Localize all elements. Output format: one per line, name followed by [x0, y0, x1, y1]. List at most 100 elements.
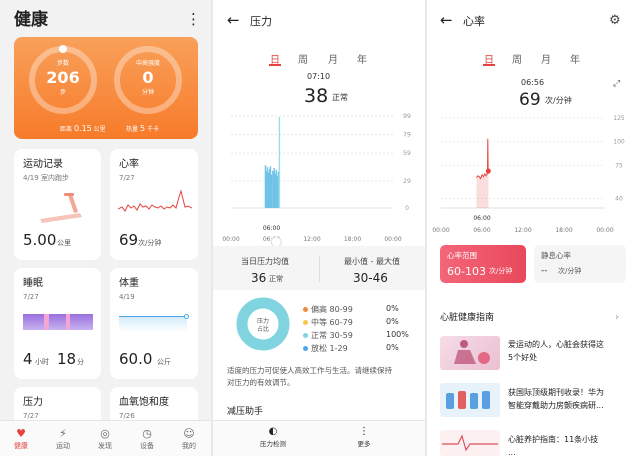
nav-label: 发现 [98, 442, 112, 450]
heart-time: 06:56 [521, 78, 545, 87]
stress-card-title: 压力 [23, 397, 43, 408]
legend-label: 偏高 80-99 [311, 305, 353, 314]
weight-trend-area [119, 316, 187, 332]
weight-date: 4/19 [119, 293, 135, 301]
section-title: 减压助手 [227, 407, 264, 417]
tab-week[interactable]: 周 [298, 51, 308, 66]
oxygen-card-date: 7/26 [119, 412, 135, 420]
nav-label: 设备 [140, 442, 154, 450]
stress-description-line1: 适度的压力可促使人高效工作与生活。请继续保持 [227, 366, 392, 375]
more-label: 更多 [357, 440, 371, 448]
heart-rate-point [485, 168, 491, 174]
health-panel: 健康 ⋮ 步数 206 步 中高强度 0 分钟 距离 0.15 公里 热量 5 … [0, 0, 211, 456]
stress-chart: 99795929006:0000:0006:0012:0018:0000:00 [222, 113, 411, 246]
intensity-value: 0 [142, 68, 154, 87]
heart-sparkline [118, 189, 192, 212]
guide-title: 心脏健康指南 [440, 313, 495, 323]
stress-test-button[interactable]: ◐ 压力检测 [253, 426, 293, 448]
sleep-card[interactable]: 睡眠 7/27 4 小时 18 分 [14, 268, 101, 379]
distance-prefix: 距离 [60, 126, 73, 133]
stress-bar [272, 170, 274, 208]
tab-indicator [483, 64, 495, 66]
stress-panel: ← 压力 日 周 月 年 07:10 38 正常 99 79 59 29 0 06:00 0… [213, 0, 425, 456]
article-thumbnail[interactable] [440, 336, 500, 370]
stress-test-label: 压力检测 [260, 440, 286, 448]
x-tick-label: 00:00 [222, 236, 239, 243]
heart-rate-area [476, 138, 489, 208]
stress-time: 07:10 [307, 72, 331, 81]
nav-device[interactable]: ◷ 设备 [132, 427, 162, 451]
steps-unit: 步 [59, 89, 66, 96]
legend-dot [303, 333, 308, 338]
legend-normal-pct: 100% [386, 330, 409, 339]
more-button[interactable]: ⋮ 更多 [349, 426, 379, 448]
nav-me[interactable]: ☺ 我的 [174, 427, 204, 451]
treadmill-icon [40, 193, 82, 223]
y-tick-label: 59 [403, 150, 411, 157]
x-tick-label: 18:00 [555, 227, 572, 234]
resting-label: 静息心率 [541, 251, 571, 260]
nav-exercise[interactable]: ⚡ 运动 [48, 427, 78, 451]
article-thumbnail[interactable] [440, 430, 500, 456]
intensity-unit: 分钟 [141, 89, 154, 96]
back-arrow-icon[interactable]: ← [440, 13, 453, 28]
legend-dot [303, 346, 308, 351]
tab-month[interactable]: 月 [541, 51, 551, 66]
stress-bar [278, 116, 281, 208]
x-tick-label: 12:00 [303, 236, 320, 243]
x-tick-label: 12:00 [514, 227, 531, 234]
more-menu-icon[interactable]: ⋮ [186, 12, 201, 27]
steps-value: 206 [46, 68, 80, 87]
oxygen-card-title: 血氧饱和度 [119, 397, 169, 408]
heart-range-label: 心率范围 [447, 251, 477, 260]
x-tick-label: 00:00 [384, 236, 401, 243]
y-tick-label: 99 [403, 113, 411, 120]
nav-discover[interactable]: ◎ 发现 [90, 427, 120, 451]
legend-relaxed-pct: 0% [386, 343, 399, 352]
heat-prefix: 热量 [126, 126, 139, 133]
article-thumbnail[interactable] [440, 383, 500, 417]
page-title: 心率 [463, 15, 485, 28]
y-tick-label: 75 [615, 162, 623, 169]
legend-label: 放松 1-29 [311, 344, 348, 353]
exercise-title: 运动记录 [23, 159, 63, 170]
article-line1[interactable]: 爱运动的人，心脏会获得这 [508, 341, 604, 349]
stress-range-value: 30-46 [353, 271, 388, 285]
exercise-unit: 公里 [57, 239, 71, 247]
article-line1[interactable]: 获国际顶级期刊收录！华为 [508, 389, 604, 397]
article-line1[interactable]: 心脏养护指南：11条小技 [508, 436, 598, 444]
distance-unit: 公里 [93, 126, 106, 133]
tab-week[interactable]: 周 [512, 51, 522, 66]
article-line2[interactable]: 智能穿戴助力房颤疾病研... [508, 402, 604, 410]
expand-icon[interactable]: ⤢ [613, 80, 620, 89]
stress-bar [270, 174, 273, 208]
sleep-date: 7/27 [23, 293, 39, 301]
weight-card[interactable]: 体重 4/19 60.0 公斤 [110, 268, 198, 379]
exercise-card[interactable]: 运动记录 4/19 室内跑步 5.00 公里 [14, 149, 101, 260]
chevron-right-icon[interactable]: › [615, 313, 619, 323]
y-tick-label: 29 [403, 178, 411, 185]
sleep-bar-chart [23, 314, 93, 330]
stress-description-line2: 对压力的有效调节。 [227, 378, 295, 387]
activity-card[interactable]: 步数 206 步 中高强度 0 分钟 距离 0.15 公里 热量 5 千卡 [14, 37, 198, 139]
tab-year[interactable]: 年 [570, 51, 580, 66]
article-line2[interactable]: ... [508, 449, 516, 456]
y-tick-label: 0 [405, 205, 409, 212]
heart-unit: 次/分钟 [545, 96, 572, 105]
bottom-toolbar [213, 420, 425, 456]
tab-year[interactable]: 年 [357, 51, 367, 66]
tab-month[interactable]: 月 [328, 51, 338, 66]
back-arrow-icon[interactable]: ← [227, 13, 240, 28]
nav-health[interactable]: ♥ 健康 [6, 427, 36, 451]
exercise-subtitle: 4/19 室内跑步 [23, 174, 69, 182]
heat-value: 5 [139, 124, 146, 133]
runner-icon: ⚡ [59, 427, 67, 440]
weight-title: 体重 [119, 278, 139, 289]
legend-high-pct: 0% [386, 304, 399, 313]
article-line2[interactable]: 5个好处 [508, 354, 537, 362]
stress-level: 正常 [332, 93, 348, 102]
weight-trend-line [119, 316, 187, 317]
heart-rate-card[interactable]: 心率 7/27 69 次/分钟 [110, 149, 198, 260]
y-tick-label: 100 [613, 139, 625, 146]
settings-gear-icon[interactable]: ⚙ [609, 14, 621, 27]
